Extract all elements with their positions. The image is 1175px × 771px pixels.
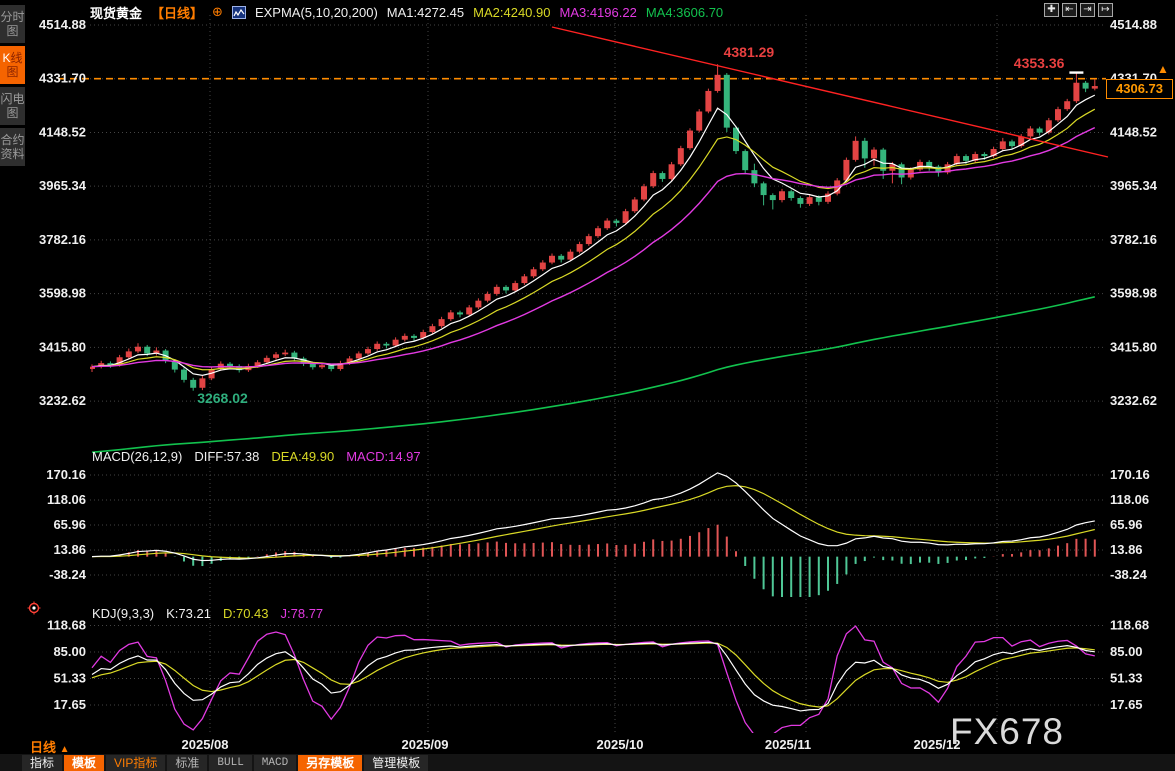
tab-indicators[interactable]: 指标 (22, 754, 63, 771)
kdj-panel-header: KDJ(9,3,3) K:73.21 D:70.43 J:78.77 (92, 606, 323, 621)
sidebar-item-label: K (2, 51, 11, 65)
svg-text:17.65: 17.65 (53, 697, 86, 712)
svg-text:118.06: 118.06 (47, 492, 86, 507)
svg-text:118.06: 118.06 (1110, 492, 1149, 507)
svg-text:3782.16: 3782.16 (39, 232, 86, 247)
ma4-value: MA4:3606.70 (645, 4, 724, 20)
tab-vip-indicators[interactable]: VIP指标 (106, 754, 166, 771)
svg-text:3782.16: 3782.16 (1110, 232, 1157, 247)
tab-manage-template[interactable]: 管理模板 (364, 754, 429, 771)
ma3-value: MA3:4196.22 (559, 4, 637, 20)
svg-text:4514.88: 4514.88 (1110, 17, 1157, 32)
kdj-j-value: J:78.77 (280, 606, 324, 621)
kdj-d-value: D:70.43 (222, 606, 269, 621)
tab-save-template[interactable]: 另存模板 (298, 754, 363, 771)
macd-dea-value: DEA:49.90 (271, 449, 335, 464)
svg-text:3598.98: 3598.98 (39, 286, 86, 301)
plus-circle-icon[interactable]: ⊕ (212, 4, 223, 20)
svg-text:3415.80: 3415.80 (1110, 339, 1157, 354)
svg-text:4514.88: 4514.88 (39, 17, 86, 32)
trading-app: 4381.29 4353.36 3268.02 4514.88 4514.88 4331.… (0, 0, 1175, 771)
svg-text:-38.24: -38.24 (1110, 567, 1148, 582)
kdj-plot (91, 625, 1095, 733)
macd-diff-value: DIFF:57.38 (194, 449, 260, 464)
price-annotation: 4381.29 (724, 44, 775, 60)
svg-text:2025/09: 2025/09 (402, 737, 449, 752)
tab-macd[interactable]: MACD (253, 754, 297, 771)
macd-panel-header: MACD(26,12,9) DIFF:57.38 DEA:49.90 MACD:… (92, 449, 421, 464)
price-annotation: 4353.36 (1014, 55, 1065, 71)
svg-text:65.96: 65.96 (1110, 517, 1143, 532)
pan-icon[interactable]: ✚ (1044, 3, 1059, 17)
ema-20-line (91, 126, 1096, 368)
sidebar-item-kline-chart[interactable]: K线图 (0, 46, 25, 84)
svg-text:85.00: 85.00 (1110, 644, 1143, 659)
svg-text:13.86: 13.86 (1110, 542, 1143, 557)
ema-200-line (91, 296, 1095, 454)
macd-title[interactable]: MACD(26,12,9) (92, 449, 182, 464)
chart-toolbar: ✚ ⇤ ⇥ ↦ (1044, 3, 1113, 17)
period-tag[interactable]: 【日线】 (151, 3, 203, 22)
kdj-k-value: K:73.21 (166, 606, 211, 621)
sidebar-item-time-chart[interactable]: 分时图 (0, 5, 25, 43)
ema-5-line (91, 94, 1096, 376)
bottom-tab-bar: 指标 模板 VIP指标 标准 BULL MACD 另存模板 管理模板 (0, 754, 1175, 771)
current-price-box: 4306.73 (1106, 79, 1173, 99)
price-up-arrow-icon: ▲ (1157, 62, 1169, 76)
gridlines (90, 15, 1106, 733)
jump-latest-icon[interactable]: ↦ (1098, 3, 1113, 17)
svg-text:51.33: 51.33 (53, 670, 86, 685)
ma2-value: MA2:4240.90 (473, 4, 551, 20)
indicator-chart-icon[interactable] (231, 5, 246, 19)
chart-header: 现货黄金 【日线】 ⊕ EXPMA(5,10,20,200) MA1:4272.… (90, 3, 724, 22)
svg-text:13.86: 13.86 (53, 542, 86, 557)
symbol-name: 现货黄金 (90, 5, 143, 21)
indicator-label: EXPMA(5,10,20,200) (254, 4, 378, 20)
trendline[interactable] (551, 26, 1109, 158)
sidebar-item-contract-info[interactable]: 合约资料 (0, 128, 25, 166)
svg-text:118.68: 118.68 (47, 617, 86, 632)
shift-left-icon[interactable]: ⇤ (1062, 3, 1077, 17)
svg-text:3232.62: 3232.62 (39, 393, 86, 408)
price-annotation: 3268.02 (197, 390, 248, 406)
svg-text:4148.52: 4148.52 (39, 124, 86, 139)
svg-text:4148.52: 4148.52 (1110, 124, 1157, 139)
svg-text:85.00: 85.00 (53, 644, 86, 659)
svg-text:170.16: 170.16 (46, 467, 86, 482)
axis-labels: 4514.884514.884331.704331.704148.524148.… (39, 17, 1158, 752)
candlesticks (90, 64, 1098, 391)
indicator-marker-icon[interactable] (27, 601, 41, 620)
svg-text:-38.24: -38.24 (49, 567, 87, 582)
macd-plot (91, 472, 1096, 597)
svg-text:118.68: 118.68 (1110, 617, 1149, 632)
watermark: FX678 (950, 711, 1065, 752)
svg-text:3415.80: 3415.80 (39, 339, 86, 354)
sidebar-item-flash-chart[interactable]: 闪电图 (0, 87, 25, 125)
svg-text:3598.98: 3598.98 (1110, 286, 1157, 301)
svg-text:65.96: 65.96 (53, 517, 86, 532)
svg-text:170.16: 170.16 (1110, 467, 1150, 482)
svg-text:3965.34: 3965.34 (1110, 178, 1158, 193)
svg-text:3965.34: 3965.34 (39, 178, 87, 193)
svg-text:2025/10: 2025/10 (597, 737, 644, 752)
tab-standard[interactable]: 标准 (167, 754, 208, 771)
svg-text:3232.62: 3232.62 (1110, 393, 1157, 408)
left-sidebar: 分时图 K线图 闪电图 合约资料 (0, 0, 25, 735)
shift-right-icon[interactable]: ⇥ (1080, 3, 1095, 17)
svg-text:2025/11: 2025/11 (765, 737, 811, 752)
chart-canvas[interactable]: 4381.29 4353.36 3268.02 4514.88 4514.88 4331.… (0, 0, 1175, 771)
svg-text:4331.70: 4331.70 (39, 71, 86, 86)
high-tick-marker (1069, 71, 1084, 74)
tab-bull[interactable]: BULL (209, 754, 252, 771)
tab-template[interactable]: 模板 (64, 754, 105, 771)
period-label: 日线 (30, 740, 57, 755)
svg-text:2025/08: 2025/08 (182, 737, 229, 752)
ma1-value: MA1:4272.45 (386, 4, 465, 20)
kdj-title[interactable]: KDJ(9,3,3) (92, 606, 154, 621)
svg-text:51.33: 51.33 (1110, 670, 1143, 685)
svg-text:17.65: 17.65 (1110, 697, 1143, 712)
macd-hist-value: MACD:14.97 (346, 449, 421, 464)
